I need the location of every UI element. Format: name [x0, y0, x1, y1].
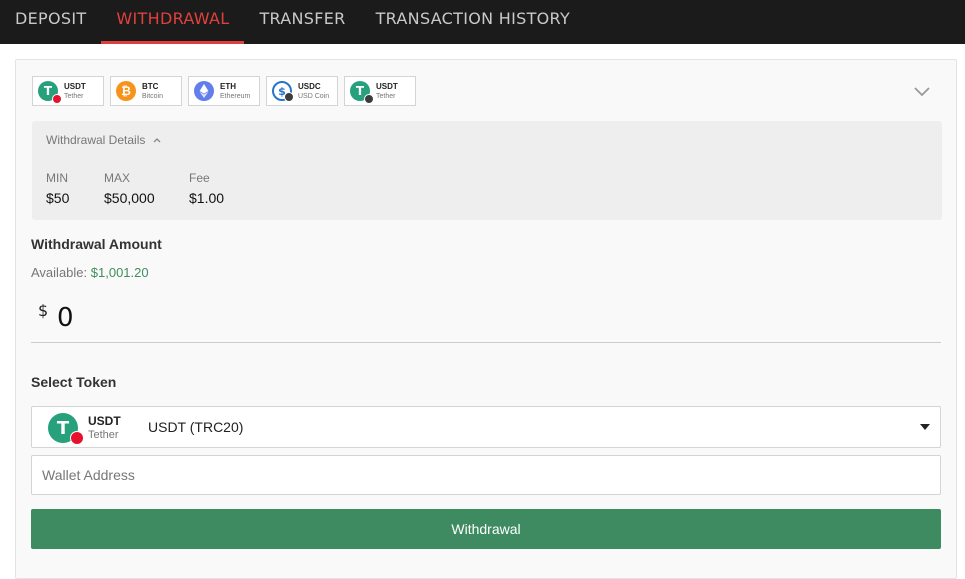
- withdrawal-details-title: Withdrawal Details: [46, 133, 146, 147]
- fee-stat: Fee $1.00: [189, 171, 224, 206]
- token-chip-name: Tether: [376, 92, 396, 100]
- token-chip-name: USD Coin: [298, 92, 330, 100]
- token-chip-usdt-eth[interactable]: T USDT Tether: [344, 76, 416, 106]
- token-select[interactable]: T USDT Tether USDT (TRC20): [31, 406, 941, 448]
- token-select-symbol: USDT: [88, 414, 121, 428]
- min-label: MIN: [46, 171, 68, 185]
- token-chip-name: Tether: [64, 92, 84, 100]
- eth-icon: [194, 81, 214, 101]
- token-chip-usdt-tron[interactable]: T USDT Tether: [32, 76, 104, 106]
- available-amount: $1,001.20: [90, 265, 149, 280]
- max-label: MAX: [104, 171, 131, 185]
- token-chip-list: T USDT Tether ₿ BTC Bitcoin ETH Ethereum…: [32, 76, 416, 106]
- withdrawal-panel: T USDT Tether ₿ BTC Bitcoin ETH Ethereum…: [15, 59, 957, 579]
- token-chip-eth[interactable]: ETH Ethereum: [188, 76, 260, 106]
- chevron-up-icon: [153, 135, 161, 146]
- withdrawal-details-toggle[interactable]: Withdrawal Details: [46, 133, 161, 147]
- max-value: $50,000: [104, 190, 155, 206]
- wallet-address-input[interactable]: [31, 455, 941, 495]
- token-chip-name: Ethereum: [220, 92, 251, 100]
- min-stat: MIN $50: [46, 171, 69, 206]
- token-chip-symbol: USDT: [64, 81, 86, 91]
- top-nav: DEPOSIT WITHDRAWAL TRANSFER TRANSACTION …: [0, 0, 965, 44]
- usdt-tron-icon: T: [48, 413, 84, 445]
- token-chip-name: Bitcoin: [142, 92, 164, 100]
- chevron-down-icon[interactable]: [914, 82, 930, 97]
- token-chip-usdc[interactable]: $ USDC USD Coin: [266, 76, 338, 106]
- token-chip-symbol: USDC: [298, 81, 321, 91]
- select-token-title: Select Token: [31, 374, 117, 390]
- max-stat: MAX $50,000: [104, 171, 155, 206]
- btc-icon: ₿: [116, 81, 136, 101]
- currency-symbol: $: [38, 301, 49, 320]
- token-select-value: USDT (TRC20): [148, 419, 244, 435]
- token-select-name: Tether: [88, 429, 119, 441]
- withdrawal-button[interactable]: Withdrawal: [31, 509, 941, 549]
- usdt-tron-icon: T: [38, 81, 62, 104]
- token-chip-symbol: ETH: [220, 81, 236, 91]
- fee-label: Fee: [189, 171, 210, 185]
- token-chip-symbol: BTC: [142, 81, 159, 91]
- min-value: $50: [46, 190, 70, 206]
- available-balance: Available: $1,001.20: [31, 265, 149, 280]
- amount-field: $: [31, 295, 941, 343]
- available-label: Available:: [31, 265, 88, 280]
- withdrawal-amount-title: Withdrawal Amount: [31, 236, 162, 252]
- tab-deposit[interactable]: DEPOSIT: [0, 0, 101, 44]
- amount-input[interactable]: [57, 298, 917, 338]
- token-chip-btc[interactable]: ₿ BTC Bitcoin: [110, 76, 182, 106]
- usdc-icon: $: [272, 81, 294, 102]
- fee-value: $1.00: [189, 190, 225, 206]
- tab-withdrawal[interactable]: WITHDRAWAL: [101, 0, 245, 44]
- usdt-eth-icon: T: [350, 81, 374, 104]
- withdrawal-details-box: Withdrawal Details MIN $50 MAX $50,000 F…: [32, 121, 942, 220]
- tab-transaction-history[interactable]: TRANSACTION HISTORY: [361, 0, 585, 44]
- tab-transfer[interactable]: TRANSFER: [244, 0, 360, 44]
- caret-down-icon: [920, 424, 930, 430]
- token-chip-symbol: USDT: [376, 81, 398, 91]
